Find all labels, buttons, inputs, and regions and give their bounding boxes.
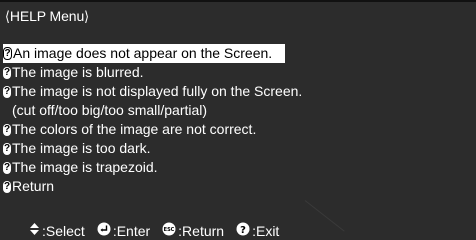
background-line bbox=[304, 200, 345, 232]
up-down-arrow-icon bbox=[29, 222, 40, 239]
help-item-no-image[interactable]: ? An image does not appear on the Screen… bbox=[3, 44, 285, 63]
esc-icon: ESC bbox=[162, 222, 176, 239]
question-icon: ? bbox=[3, 66, 11, 79]
help-item-not-fully-displayed[interactable]: ? The image is not displayed fully on th… bbox=[3, 82, 473, 101]
question-icon: ? bbox=[3, 180, 11, 193]
help-item-detail: (cut off/too big/too small/partial) bbox=[3, 101, 473, 120]
footer-key-guide: :Select :Enter ESC :Return ?:Exit bbox=[29, 221, 291, 240]
help-item-too-dark[interactable]: ? The image is too dark. bbox=[3, 139, 473, 158]
menu-title: ⟨HELP Menu⟩ bbox=[5, 8, 89, 24]
help-item-return[interactable]: ? Return bbox=[3, 177, 473, 196]
footer-enter: :Enter bbox=[97, 222, 150, 239]
svg-text:ESC: ESC bbox=[164, 227, 175, 233]
footer-enter-label: :Enter bbox=[112, 222, 151, 239]
help-item-label: The image is too dark. bbox=[12, 140, 151, 156]
top-border bbox=[0, 0, 476, 2]
help-item-label: Return bbox=[12, 178, 55, 194]
help-item-label: An image does not appear on the Screen. bbox=[13, 45, 273, 61]
help-item-label: The image is not displayed fully on the … bbox=[12, 83, 303, 99]
question-icon: ? bbox=[3, 142, 11, 155]
question-icon: ? bbox=[3, 47, 12, 60]
footer-exit: ? :Exit bbox=[236, 222, 279, 239]
question-icon: ? bbox=[3, 85, 11, 98]
help-item-label: The image is blurred. bbox=[12, 64, 144, 80]
help-item-label: The colors of the image are not correct. bbox=[12, 121, 257, 137]
help-item-blurred[interactable]: ? The image is blurred. bbox=[3, 63, 473, 82]
help-item-label: The image is trapezoid. bbox=[12, 159, 158, 175]
footer-select: :Select bbox=[29, 222, 85, 239]
enter-icon bbox=[97, 222, 111, 239]
question-icon: ? bbox=[3, 123, 11, 136]
footer-return: ESC :Return bbox=[162, 222, 224, 239]
help-item-detail-label: (cut off/too big/too small/partial) bbox=[12, 102, 208, 118]
help-item-trapezoid[interactable]: ? The image is trapezoid. bbox=[3, 158, 473, 177]
help-topic-list: ? An image does not appear on the Screen… bbox=[3, 44, 473, 196]
footer-return-label: :Return bbox=[178, 222, 225, 239]
question-icon: ? bbox=[3, 161, 11, 174]
footer-select-label: :Select bbox=[42, 222, 85, 239]
help-icon: ? bbox=[236, 222, 250, 239]
svg-text:?: ? bbox=[240, 225, 246, 236]
help-menu-screen: ⟨HELP Menu⟩ ? An image does not appear o… bbox=[0, 0, 476, 240]
help-item-colors-incorrect[interactable]: ? The colors of the image are not correc… bbox=[3, 120, 473, 139]
footer-exit-label: :Exit bbox=[252, 222, 280, 239]
